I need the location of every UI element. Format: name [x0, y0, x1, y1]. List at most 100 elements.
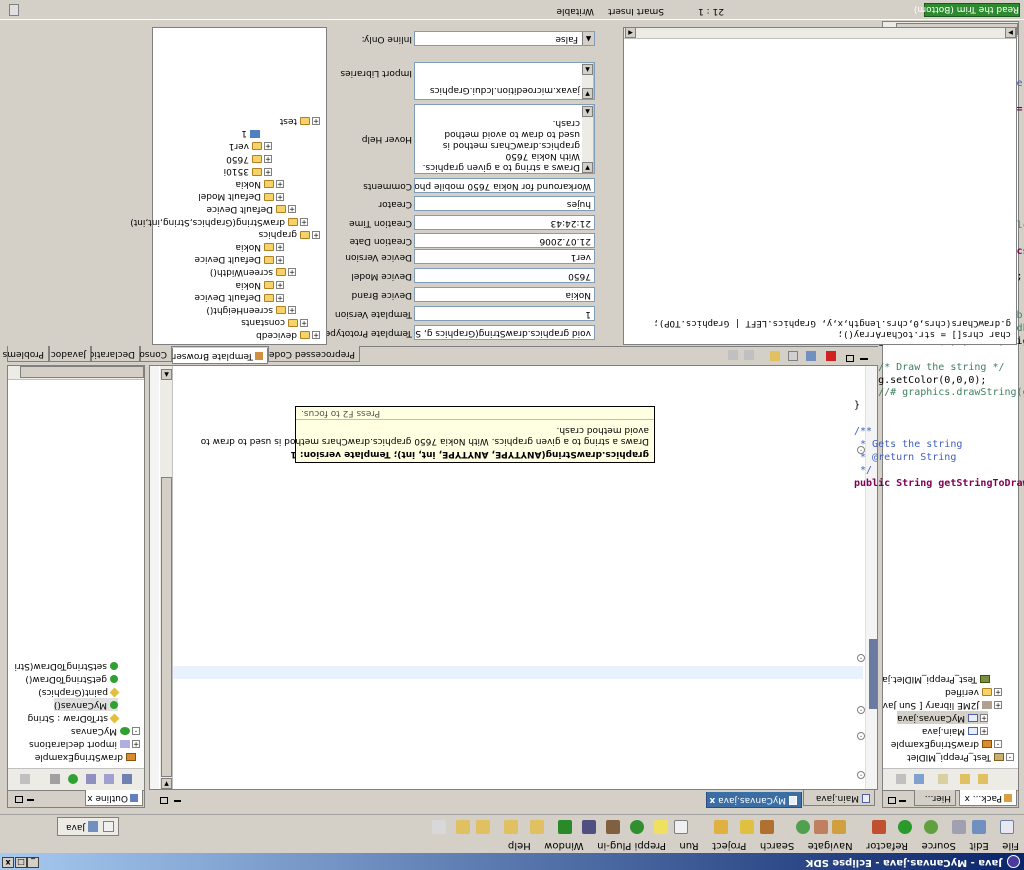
tree-item-file[interactable]: + Main.java	[922, 724, 988, 737]
outline-item[interactable]: getStringToDraw()	[25, 672, 118, 685]
outline-item[interactable]: drawStringExample	[35, 750, 136, 763]
open-perspective-icon[interactable]	[103, 821, 114, 832]
fast-view-icon[interactable]	[9, 4, 19, 16]
template-tree-item[interactable]: + Default Model	[198, 189, 284, 202]
expand-icon[interactable]: +	[264, 142, 272, 151]
horizontal-scrollbar[interactable]: ▶ ◀	[624, 27, 1016, 39]
maximize-view-icon[interactable]	[888, 797, 896, 804]
tab-main-java[interactable]: Main.java	[803, 790, 875, 806]
creator-field[interactable]: hujes	[414, 196, 595, 211]
expand-icon[interactable]: +	[264, 155, 272, 164]
code-line[interactable]: //# graphics.drawString(g,strToDraw,0,0)…	[854, 387, 1024, 400]
code-line[interactable]: g.setColor(0,0,0);	[854, 374, 986, 387]
tab-template-browser[interactable]: Template Browser x	[164, 348, 268, 364]
tab-preprocessed-code-view[interactable]: Preprocessed Code View	[245, 346, 360, 362]
hide-static-icon[interactable]	[86, 774, 96, 784]
back-icon[interactable]	[978, 774, 988, 784]
menu-project[interactable]: Project	[707, 840, 751, 852]
maximize-view-icon[interactable]	[160, 797, 168, 804]
minimize-view-icon[interactable]	[27, 799, 34, 801]
template-tree-item[interactable]: + screenWidth()	[210, 265, 296, 278]
code-line[interactable]: /**	[854, 425, 872, 438]
template-version-field[interactable]: 1	[414, 306, 595, 321]
template-code-editor[interactable]: char chrs[] = str.toCharArray(); g.drawC…	[623, 27, 1017, 345]
template-tree-item[interactable]: +7650	[226, 152, 272, 165]
preview-icon[interactable]	[770, 351, 780, 361]
template-tree-item[interactable]: + ver1	[229, 139, 272, 152]
outline-item[interactable]: setStringToDraw(Stri	[14, 659, 118, 672]
scroll-left-icon[interactable]: ◀	[625, 27, 636, 38]
expand-icon[interactable]: +	[312, 117, 320, 126]
expand-icon[interactable]: +	[276, 293, 284, 302]
template-tree-item[interactable]: + constants	[241, 315, 308, 328]
tree-item-project[interactable]: - Test_Preppi_MIDlet	[907, 750, 1014, 763]
prev-annotation-icon[interactable]	[504, 820, 518, 834]
run-icon[interactable]	[898, 820, 912, 834]
view-menu-icon[interactable]	[896, 774, 906, 784]
maximize-view-icon[interactable]	[15, 796, 23, 803]
menu-window[interactable]: Window	[539, 840, 588, 852]
expand-icon[interactable]: +	[276, 281, 284, 290]
forward-icon[interactable]	[456, 820, 470, 834]
scroll-thumb[interactable]	[161, 477, 172, 777]
template-tree-item[interactable]: + Nokia	[236, 240, 284, 253]
menu-navigate[interactable]: Navigate	[803, 840, 858, 852]
minimize-view-icon[interactable]	[899, 800, 906, 802]
creation-date-field[interactable]: 21.07.2006	[414, 233, 595, 248]
template-tree-item[interactable]: + Nokia	[236, 177, 284, 190]
tree-item-library[interactable]: + J2ME library [ Sun Java	[882, 698, 1002, 711]
expand-icon[interactable]: +	[994, 701, 1002, 710]
template-tree-item[interactable]: + Default Device	[206, 202, 296, 215]
expand-icon[interactable]: +	[276, 192, 284, 201]
expand-icon[interactable]: +	[276, 180, 284, 189]
import-libraries-field[interactable]: javax.microedition.lcdui.Graphics ▼ ▲	[414, 62, 595, 100]
tab-mycanvas-java[interactable]: MyCanvas.java x	[706, 792, 802, 808]
build-icon[interactable]	[558, 820, 572, 834]
expand-icon[interactable]: +	[288, 306, 296, 315]
minimize-view-icon[interactable]	[860, 358, 868, 360]
scroll-down-icon[interactable]: ▼	[161, 778, 172, 789]
new-java-project-icon[interactable]	[832, 820, 846, 834]
expand-icon[interactable]: +	[312, 331, 320, 340]
trim-button[interactable]: Read the Trim (Bottom)	[914, 3, 1020, 17]
menu-edit[interactable]: Edit	[964, 840, 993, 852]
collapse-icon[interactable]: -	[1006, 753, 1014, 762]
expand-icon[interactable]: +	[300, 318, 308, 327]
perspective-switcher[interactable]: Java	[57, 817, 119, 836]
back-icon[interactable]	[476, 820, 490, 834]
vertical-scrollbar[interactable]: ▼ ▲	[160, 366, 173, 789]
library-icon[interactable]	[606, 820, 620, 834]
collapse-icon[interactable]: -	[132, 727, 140, 736]
back-icon[interactable]	[728, 350, 738, 360]
tree-item-jad[interactable]: Test_Preppi_MIDlet.jad	[882, 672, 990, 685]
template-tree-item[interactable]: + Default Device	[194, 290, 284, 303]
expand-icon[interactable]: +	[994, 688, 1002, 697]
hide-nonpublic-icon[interactable]	[68, 774, 78, 784]
tree-item-file-selected[interactable]: + MyCanvas.java	[897, 711, 988, 724]
tab-package-explorer[interactable]: Pack... x	[959, 790, 1017, 806]
tab-hierarchy[interactable]: Hier...	[914, 790, 956, 806]
scroll-right-icon[interactable]: ▶	[1005, 27, 1016, 38]
highlight-icon[interactable]	[654, 820, 668, 834]
hide-local-types-icon[interactable]	[50, 774, 60, 784]
up-icon[interactable]	[938, 774, 948, 784]
toggle-mark-icon[interactable]	[674, 820, 688, 834]
outline-item[interactable]: - MyCanvas	[71, 724, 140, 737]
inline-only-dropdown[interactable]: False ▲	[414, 31, 595, 46]
close-icon[interactable]: x	[965, 793, 970, 803]
menu-file[interactable]: File	[997, 840, 1024, 852]
expand-icon[interactable]: +	[264, 167, 272, 176]
outline-item[interactable]: + import declarations	[29, 737, 140, 750]
sort-icon[interactable]	[122, 774, 132, 784]
chevron-down-icon[interactable]: ▲	[582, 32, 594, 45]
creation-time-field[interactable]: 21:24:43	[414, 215, 595, 230]
vertical-scrollbar[interactable]: ▼ ▲	[582, 105, 594, 173]
outline-item[interactable]: strToDraw : String	[27, 711, 120, 724]
expand-icon[interactable]: +	[312, 230, 320, 239]
tree-item-package[interactable]: - drawStringExample	[891, 737, 1002, 750]
expand-icon[interactable]: +	[288, 268, 296, 277]
template-tree-item[interactable]: + screenHeight()	[206, 303, 296, 316]
device-model-field[interactable]: 7650	[414, 268, 595, 283]
tab-javadoc[interactable]: Javadoc	[49, 346, 91, 362]
menu-source[interactable]: Source	[917, 840, 961, 852]
